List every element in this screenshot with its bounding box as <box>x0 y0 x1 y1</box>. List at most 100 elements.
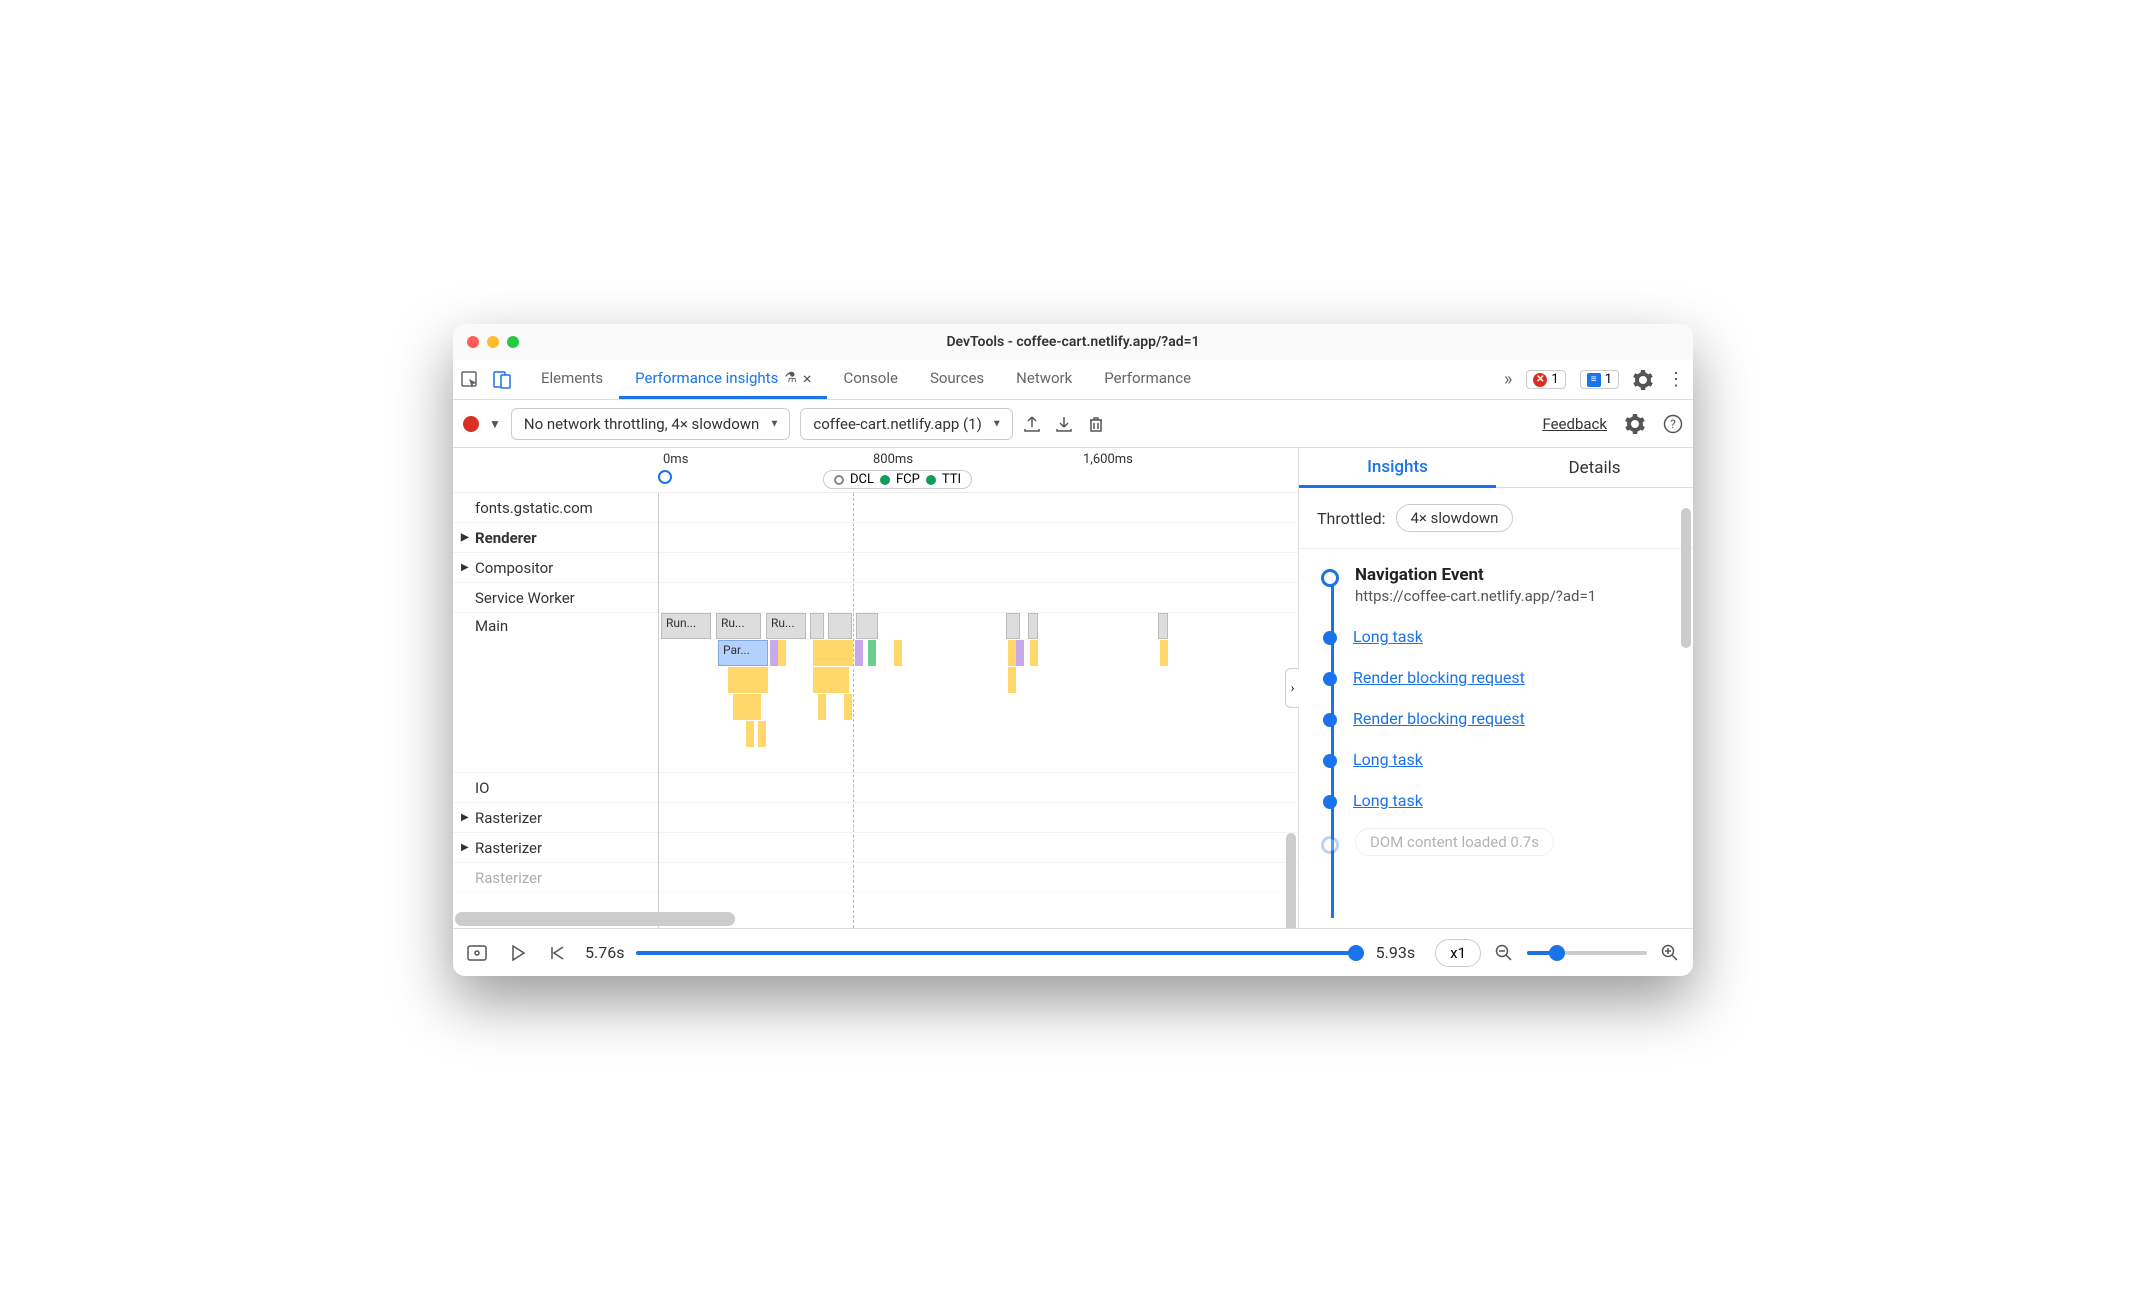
track-renderer[interactable]: ▶Renderer <box>453 523 1298 553</box>
event-link[interactable]: Render blocking request <box>1353 668 1525 687</box>
track-rasterizer[interactable]: Rasterizer <box>453 863 1298 893</box>
task-block[interactable] <box>1008 640 1016 666</box>
tab-elements[interactable]: Elements <box>525 360 619 399</box>
delete-icon[interactable] <box>1087 415 1105 433</box>
throttle-pill[interactable]: 4× slowdown <box>1396 504 1514 532</box>
task-block[interactable] <box>1158 613 1168 639</box>
task-block[interactable] <box>758 721 766 747</box>
record-dropdown-icon[interactable]: ▼ <box>489 417 501 431</box>
track-rasterizer[interactable]: ▶Rasterizer <box>453 833 1298 863</box>
zoom-in-icon[interactable] <box>1661 944 1679 962</box>
messages-badge[interactable]: ≡1 <box>1580 370 1619 389</box>
task-block[interactable] <box>868 640 876 666</box>
device-toggle-icon[interactable] <box>493 371 511 389</box>
time-ruler[interactable]: 0ms 800ms 1,600ms DCL FCP TTI <box>453 448 1298 493</box>
insights-toolbar: ▼ No network throttling, 4× slowdown cof… <box>453 400 1693 448</box>
kebab-menu-icon[interactable]: ⋮ <box>1667 369 1685 390</box>
task-block[interactable] <box>1028 613 1038 639</box>
upload-icon[interactable] <box>1023 415 1041 433</box>
task-block[interactable] <box>1030 640 1038 666</box>
fcp-marker-icon <box>880 475 890 485</box>
task-block[interactable] <box>770 640 778 666</box>
errors-badge[interactable]: ✕1 <box>1526 370 1565 389</box>
event-link[interactable]: Long task <box>1353 791 1423 810</box>
track-fonts[interactable]: fonts.gstatic.com <box>453 493 1298 523</box>
metrics-chip[interactable]: DCL FCP TTI <box>823 470 972 489</box>
close-tab-icon[interactable]: × <box>803 369 812 388</box>
maximize-window-icon[interactable] <box>507 336 519 348</box>
tab-insights[interactable]: Insights <box>1299 448 1496 488</box>
close-window-icon[interactable] <box>467 336 479 348</box>
task-block[interactable] <box>844 694 852 720</box>
feedback-link[interactable]: Feedback <box>1542 415 1607 433</box>
tracks: fonts.gstatic.com ▶Renderer ▶Compositor … <box>453 493 1298 928</box>
tab-sources[interactable]: Sources <box>914 360 1000 399</box>
task-block[interactable] <box>733 694 761 720</box>
download-icon[interactable] <box>1055 415 1073 433</box>
tab-performance[interactable]: Performance <box>1088 360 1207 399</box>
task-block[interactable] <box>855 640 863 666</box>
screenshot-toggle-icon[interactable] <box>467 945 487 961</box>
task-block[interactable] <box>810 613 824 639</box>
zoom-thumb[interactable] <box>1549 945 1565 961</box>
settings-icon[interactable] <box>1633 370 1653 390</box>
window-title: DevTools - coffee-cart.netlify.app/?ad=1 <box>453 334 1693 350</box>
task-block[interactable] <box>1160 640 1168 666</box>
slider-thumb[interactable] <box>1348 945 1364 961</box>
session-select[interactable]: coffee-cart.netlify.app (1) <box>800 408 1012 440</box>
track-main[interactable]: Main Run... Ru... Ru... Par... <box>453 613 1298 773</box>
task-block[interactable] <box>818 694 826 720</box>
sidebar-scrollbar[interactable] <box>1681 508 1691 648</box>
task-block[interactable]: Ru... <box>716 613 761 639</box>
back-to-start-icon[interactable] <box>549 945 565 961</box>
tabs-overflow-icon[interactable]: » <box>1504 369 1512 390</box>
event-link[interactable]: Long task <box>1353 750 1423 769</box>
event-link[interactable]: Long task <box>1353 627 1423 646</box>
task-block[interactable] <box>894 640 902 666</box>
horizontal-scrollbar[interactable] <box>455 912 735 926</box>
task-block[interactable] <box>1008 667 1016 693</box>
vertical-scrollbar[interactable] <box>1286 833 1296 928</box>
event-dot-icon <box>1321 569 1339 587</box>
timeline-pane: 0ms 800ms 1,600ms DCL FCP TTI fonts.gsta… <box>453 448 1298 928</box>
inspect-element-icon[interactable] <box>461 371 479 389</box>
help-icon[interactable]: ? <box>1663 414 1683 434</box>
track-rasterizer[interactable]: ▶Rasterizer <box>453 803 1298 833</box>
event-dot-icon <box>1323 631 1337 645</box>
tab-network[interactable]: Network <box>1000 360 1088 399</box>
task-block[interactable]: Ru... <box>766 613 806 639</box>
task-block[interactable] <box>728 667 768 693</box>
track-compositor[interactable]: ▶Compositor <box>453 553 1298 583</box>
task-block[interactable] <box>746 721 754 747</box>
play-icon[interactable] <box>511 945 525 961</box>
tab-console[interactable]: Console <box>827 360 914 399</box>
task-block[interactable]: Run... <box>661 613 711 639</box>
tti-marker-icon <box>926 475 936 485</box>
panel-settings-icon[interactable] <box>1625 414 1645 434</box>
throttle-select[interactable]: No network throttling, 4× slowdown <box>511 408 790 440</box>
task-block[interactable] <box>1016 640 1024 666</box>
task-block[interactable] <box>856 613 878 639</box>
dcl-marker-icon <box>834 475 844 485</box>
tab-performance-insights[interactable]: Performance insights ⚗ × <box>619 360 827 399</box>
minimize-window-icon[interactable] <box>487 336 499 348</box>
event-link[interactable]: Render blocking request <box>1353 709 1525 728</box>
time-slider[interactable] <box>636 951 1363 955</box>
task-block[interactable] <box>1006 613 1020 639</box>
task-block[interactable] <box>813 640 853 666</box>
tab-details[interactable]: Details <box>1496 448 1693 488</box>
parse-block[interactable]: Par... <box>718 640 768 666</box>
task-block[interactable] <box>778 640 786 666</box>
record-button[interactable] <box>463 416 479 432</box>
task-block[interactable] <box>813 667 849 693</box>
sidebar-collapse-icon[interactable]: › <box>1285 668 1299 708</box>
zoom-level-pill[interactable]: x1 <box>1435 939 1481 967</box>
zoom-slider[interactable] <box>1527 951 1647 955</box>
track-service-worker[interactable]: Service Worker <box>453 583 1298 613</box>
track-io[interactable]: IO <box>453 773 1298 803</box>
playhead-icon[interactable] <box>658 470 672 484</box>
time-total: 5.93s <box>1376 943 1415 962</box>
event-item: Render blocking request <box>1323 668 1673 687</box>
task-block[interactable] <box>828 613 852 639</box>
zoom-out-icon[interactable] <box>1495 944 1513 962</box>
